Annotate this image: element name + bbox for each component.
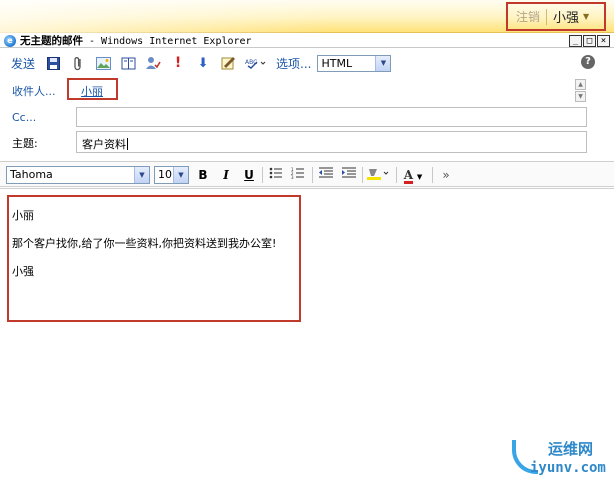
- body-greeting: 小丽: [12, 209, 34, 222]
- font-family-value: Tahoma: [10, 168, 53, 181]
- maximize-button[interactable]: □: [583, 35, 596, 47]
- window-title: 无主题的邮件 - Windows Internet Explorer: [20, 33, 252, 48]
- attachment-icon[interactable]: [70, 55, 86, 71]
- high-importance-icon[interactable]: !: [170, 55, 186, 71]
- insert-image-icon[interactable]: [95, 55, 111, 71]
- font-color-button[interactable]: A ▼: [400, 167, 426, 184]
- bold-button[interactable]: B: [195, 167, 211, 183]
- save-icon[interactable]: [45, 55, 61, 71]
- toolbar-separator: [312, 167, 313, 183]
- logout-link[interactable]: 注销: [508, 8, 540, 25]
- font-size-select[interactable]: 10 ▼: [154, 166, 189, 184]
- message-format-value: HTML: [321, 56, 353, 70]
- address-book-icon[interactable]: [120, 55, 136, 71]
- more-options-icon[interactable]: »: [438, 167, 454, 183]
- signature-icon[interactable]: [220, 55, 236, 71]
- italic-button[interactable]: I: [218, 167, 234, 183]
- subject-label: 主题:: [12, 137, 38, 150]
- body-content: 那个客户找你,给了你一些资料,你把资料送到我办公室!: [12, 237, 277, 250]
- watermark-logo: 运维网 iyunv.com: [508, 434, 608, 480]
- to-label-button[interactable]: 收件人...: [12, 83, 56, 99]
- watermark-name: 运维网: [548, 440, 594, 458]
- minimize-button[interactable]: _: [569, 35, 582, 47]
- watermark-url: iyunv.com: [530, 460, 606, 476]
- highlight-color-icon[interactable]: [366, 167, 390, 183]
- banner-glow: [0, 0, 330, 33]
- cc-input[interactable]: [76, 107, 587, 127]
- check-names-icon[interactable]: [145, 55, 161, 71]
- chevron-down-icon: ▼: [416, 173, 423, 181]
- decrease-indent-icon[interactable]: [318, 167, 334, 183]
- formatting-toolbar: Tahoma ▼ 10 ▼ B I U 123 A ▼ »: [0, 161, 614, 187]
- font-family-select[interactable]: Tahoma ▼: [6, 166, 150, 184]
- window-title-subject: 无主题的邮件: [20, 35, 83, 47]
- numbered-list-icon[interactable]: 123: [290, 167, 306, 183]
- username-menu[interactable]: 小强: [553, 7, 579, 26]
- body-signature: 小强: [12, 265, 34, 278]
- window-title-app: - Windows Internet Explorer: [83, 36, 252, 47]
- message-highlight: [7, 195, 301, 322]
- send-button[interactable]: 发送: [11, 55, 35, 72]
- subject-value: 客户资料: [82, 136, 128, 152]
- chevron-down-icon[interactable]: ▼: [583, 12, 589, 21]
- ie-logo-icon: e: [4, 34, 16, 47]
- subject-input[interactable]: [76, 131, 587, 153]
- recipient-name[interactable]: 小丽: [81, 83, 103, 99]
- chevron-down-icon: ▼: [375, 55, 391, 71]
- user-menu-highlight: 注销 小强 ▼: [506, 2, 606, 31]
- subject-text: 客户资料: [82, 138, 126, 151]
- close-button[interactable]: ×: [597, 35, 610, 47]
- increase-indent-icon[interactable]: [341, 167, 357, 183]
- help-icon[interactable]: ?: [581, 55, 595, 69]
- window-titlebar: e 无主题的邮件 - Windows Internet Explorer _ □…: [0, 34, 614, 48]
- toolbar-separator: [262, 167, 263, 183]
- owa-banner: 注销 小强 ▼: [0, 0, 614, 33]
- to-scroll-up[interactable]: ▲: [575, 79, 586, 90]
- window-controls: _ □ ×: [569, 35, 610, 47]
- chevron-down-icon: ▼: [134, 167, 149, 183]
- message-format-select[interactable]: HTML ▼: [317, 54, 392, 72]
- chevron-down-icon: ▼: [173, 167, 188, 183]
- spell-check-icon[interactable]: ABC: [245, 55, 267, 71]
- toolbar-separator: [432, 167, 433, 183]
- cc-label-button[interactable]: Cc...: [12, 111, 36, 124]
- bulleted-list-icon[interactable]: [268, 167, 284, 183]
- banner-separator: [546, 8, 548, 25]
- ie-window: e 无主题的邮件 - Windows Internet Explorer _ □…: [0, 34, 614, 484]
- font-color-glyph: A: [403, 168, 414, 184]
- svg-text:3: 3: [291, 175, 294, 179]
- underline-button[interactable]: U: [241, 167, 257, 183]
- toolbar-separator: [396, 167, 397, 183]
- to-scroll-down[interactable]: ▼: [575, 91, 586, 102]
- options-button[interactable]: 选项...: [276, 55, 311, 72]
- font-size-value: 10: [158, 168, 172, 181]
- text-cursor: [127, 138, 128, 150]
- low-importance-icon[interactable]: ⬇: [195, 55, 211, 71]
- compose-toolbar: 发送 ! ⬇ ABC 选项... HTML ▼ ?: [0, 50, 614, 76]
- toolbar-separator: [362, 167, 363, 183]
